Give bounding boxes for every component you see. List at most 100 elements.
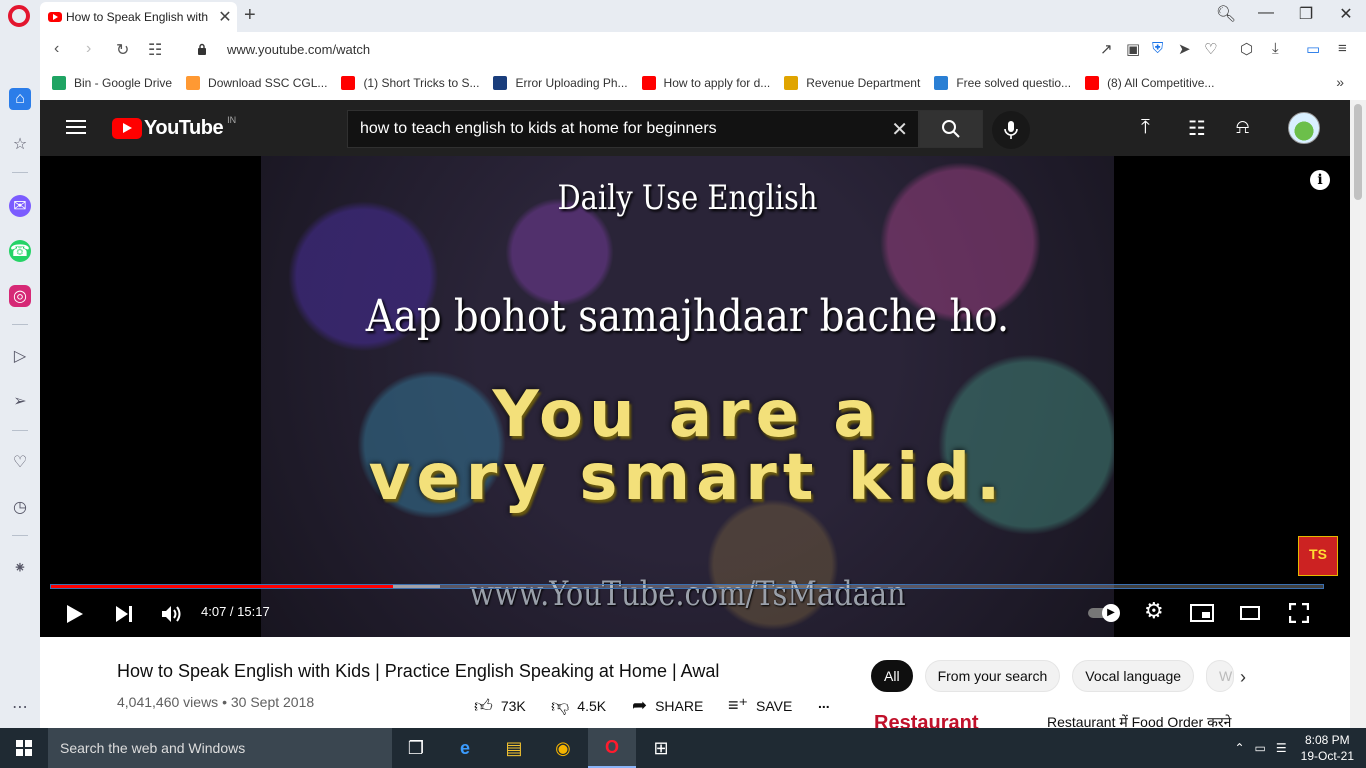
windows-search-box[interactable]: Search the web and Windows [48, 728, 392, 768]
speed-dial-star-icon[interactable]: ☆ [9, 133, 31, 155]
messenger-icon[interactable]: ✉ [9, 195, 31, 217]
back-icon[interactable]: ‹ [54, 40, 59, 58]
dislike-button[interactable]: 👎︎ 4.5K [551, 695, 606, 717]
next-video-icon[interactable] [114, 604, 134, 624]
opera-taskbar-icon[interactable]: O [588, 728, 636, 768]
youtube-logo[interactable]: YouTube IN [112, 115, 236, 140]
bookmarks-heart-icon[interactable]: ♡ [9, 451, 31, 473]
sidebar-divider [12, 324, 28, 325]
task-view-icon[interactable]: ❐ [392, 728, 440, 768]
filter-chip[interactable]: Vocal language [1072, 660, 1195, 692]
scrollbar-thumb[interactable] [1354, 104, 1362, 200]
bookmark-label: Free solved questio... [956, 76, 1072, 90]
recommendation-title[interactable]: Restaurant में Food Order करने [1047, 713, 1231, 728]
progress-bar[interactable] [50, 584, 1324, 589]
apps-grid-icon[interactable]: ☷ [1188, 116, 1206, 141]
video-player[interactable]: Daily Use English Aap bohot samajhdaar b… [40, 156, 1350, 637]
filter-chip[interactable]: All [871, 660, 913, 692]
battery-icon[interactable]: ▭ [1255, 741, 1266, 755]
app-shield-icon[interactable]: ◉ [539, 728, 587, 768]
file-explorer-icon[interactable]: ▤ [490, 728, 538, 768]
page-scrollbar[interactable] [1350, 100, 1366, 728]
vpn-shield-icon[interactable]: ⛨ [1152, 40, 1163, 57]
bookmark-item[interactable]: Download SSC CGL... [186, 76, 327, 90]
whatsapp-icon[interactable]: ☎ [9, 240, 31, 262]
bookmark-item[interactable]: How to apply for d... [641, 76, 770, 90]
player-icon[interactable]: ▷ [9, 345, 31, 367]
play-icon[interactable] [66, 604, 84, 624]
tray-chevron-up-icon[interactable]: ⌃ [1234, 741, 1244, 755]
snapshot-icon[interactable]: ▣ [1126, 40, 1140, 58]
time-display: 4:07 / 15:17 [201, 604, 270, 619]
minimize-icon[interactable]: — [1252, 4, 1280, 22]
notifications-bell-icon[interactable]: ⍾ [1236, 116, 1249, 139]
close-window-icon[interactable]: ✕ [1332, 4, 1360, 24]
settings-gear-icon[interactable]: ⚙ [1144, 598, 1164, 624]
opera-menu-icon[interactable] [8, 5, 30, 27]
bookmark-item[interactable]: Bin - Google Drive [52, 76, 172, 90]
bookmark-favicon-icon [934, 76, 949, 90]
windows-logo-icon [16, 740, 32, 756]
search-clear-button[interactable]: ✕ [891, 117, 908, 142]
battery-saver-icon[interactable]: ▭ [1306, 40, 1320, 58]
recommendation-thumbnail[interactable]: Restaurant [871, 712, 1041, 728]
info-icon[interactable]: i [1310, 170, 1330, 190]
tab-close-button[interactable]: ✕ [213, 7, 237, 27]
restore-icon[interactable]: ❐ [1292, 4, 1320, 24]
send-icon[interactable]: ➤ [1178, 40, 1191, 58]
instagram-icon[interactable]: ◎ [9, 285, 31, 307]
start-button[interactable] [0, 728, 48, 768]
hamburger-menu-icon[interactable] [66, 120, 86, 134]
bookmark-label: Download SSC CGL... [208, 76, 328, 90]
home-icon[interactable]: ⌂ [9, 88, 31, 110]
bookmark-item[interactable]: Error Uploading Ph... [493, 76, 628, 90]
more-actions-button[interactable]: ... [818, 695, 830, 711]
autoplay-toggle[interactable]: ▶ [1088, 604, 1120, 622]
share-button[interactable]: ➦ SHARE [632, 695, 703, 716]
bookmark-item[interactable]: (1) Short Tricks to S... [341, 76, 479, 90]
filter-chip[interactable]: From your search [924, 660, 1061, 692]
channel-watermark[interactable]: TS [1298, 536, 1338, 576]
new-tab-button[interactable]: + [244, 4, 256, 27]
voice-search-button[interactable] [992, 111, 1030, 149]
bookmarks-overflow-icon[interactable]: » [1336, 74, 1344, 90]
tips-lightbulb-icon[interactable]: ⁕ [9, 557, 31, 579]
avatar[interactable] [1288, 112, 1320, 144]
history-clock-icon[interactable]: ◷ [9, 496, 31, 518]
browser-tab-active[interactable]: How to Speak English with ✕ [40, 2, 237, 32]
miniplayer-icon[interactable] [1190, 604, 1214, 622]
flow-icon[interactable]: ➢ [9, 390, 31, 412]
upload-icon[interactable]: ⤒ [1141, 116, 1150, 139]
share-page-icon[interactable]: ↗ [1100, 40, 1113, 58]
bookmark-item[interactable]: Revenue Department [784, 76, 920, 90]
browser-tab-strip: How to Speak English with ✕ + 🔍︎ — ❐ ✕ [0, 0, 1366, 32]
fullscreen-icon[interactable] [1289, 603, 1309, 623]
bookmark-item[interactable]: (8) All Competitive... [1085, 76, 1214, 90]
filter-chip[interactable]: W [1206, 660, 1235, 692]
bookmark-heart-icon[interactable]: ♡ [1204, 40, 1217, 58]
clock[interactable]: 8:08 PM 19-Oct-21 [1301, 732, 1354, 764]
downloads-icon[interactable]: ⤓ [1272, 40, 1279, 57]
like-button[interactable]: 👍︎ 73K [474, 695, 526, 717]
search-button[interactable] [919, 110, 983, 148]
theater-mode-icon[interactable] [1240, 606, 1260, 620]
video-frame[interactable]: Daily Use English Aap bohot samajhdaar b… [261, 156, 1114, 637]
search-tabs-icon[interactable]: 🔍︎ [1212, 4, 1240, 24]
url-field[interactable]: www.youtube.com/watch [227, 42, 370, 57]
windows-taskbar: Search the web and Windows ❐ e ▤ ◉ O ⊞ ⌃… [0, 728, 1366, 768]
sidebar-more-icon[interactable]: ⋯ [9, 696, 31, 718]
edge-icon[interactable]: e [441, 728, 489, 768]
volume-icon[interactable] [161, 604, 183, 624]
store-icon[interactable]: ⊞ [637, 728, 685, 768]
speed-dial-icon[interactable]: ☷ [148, 40, 162, 60]
easy-setup-icon[interactable]: ≡ [1338, 40, 1347, 57]
notifications-icon[interactable]: ☰ [1276, 741, 1287, 755]
save-button[interactable]: ≡⁺ SAVE [728, 695, 792, 716]
bookmark-item[interactable]: Free solved questio... [934, 76, 1071, 90]
forward-icon[interactable]: › [86, 40, 91, 58]
extensions-icon[interactable]: ⬡ [1240, 40, 1253, 58]
chevron-right-icon[interactable]: › [1240, 667, 1246, 688]
reload-icon[interactable]: ↻ [116, 40, 129, 60]
search-input[interactable] [360, 111, 880, 147]
player-controls: 4:07 / 15:17 ▶ ⚙ [40, 594, 1350, 634]
